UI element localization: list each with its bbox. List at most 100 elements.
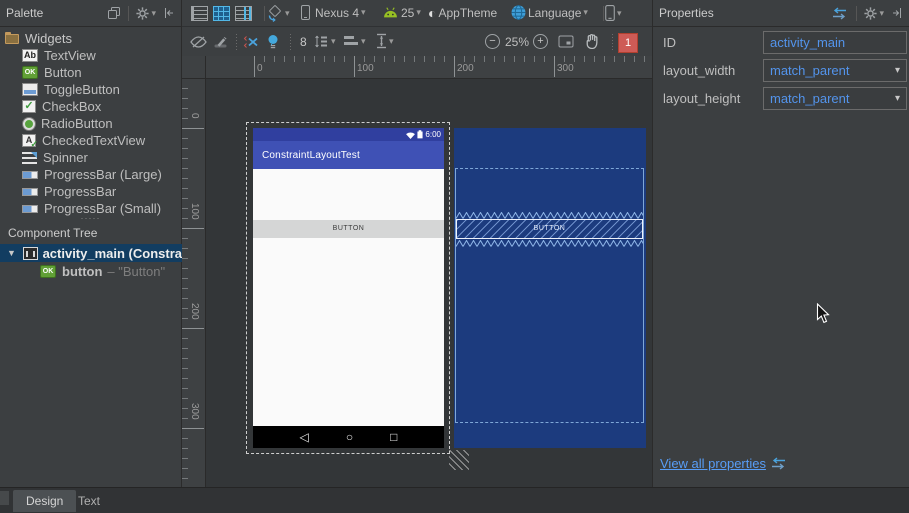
error-count: 1 (625, 37, 631, 49)
palette-settings-button[interactable]: ▾ (136, 7, 156, 20)
palette-item-spinner[interactable]: Spinner (0, 149, 181, 166)
hide-panel-icon (891, 7, 903, 19)
palette-item-progressbar[interactable]: ProgressBar (0, 183, 181, 200)
button-widget-blueprint[interactable]: BUTTON (456, 219, 643, 239)
tab-text[interactable]: Text (65, 490, 113, 512)
mouse-cursor (816, 303, 831, 325)
widget-label: Spinner (43, 150, 88, 165)
swap-arrows-icon (831, 7, 848, 20)
palette-title: Palette (6, 6, 43, 20)
palette-hide-button[interactable] (163, 7, 175, 19)
palette-item-togglebutton[interactable]: ToggleButton (0, 81, 181, 98)
radiobutton-icon (23, 118, 35, 130)
hide-panel-icon (163, 7, 175, 19)
chevron-down-icon: ▾ (416, 7, 421, 18)
orientation-button[interactable]: ▾ (266, 5, 290, 22)
default-margin-button[interactable]: 8 (300, 35, 307, 49)
separator (856, 6, 857, 21)
clear-constraints-button[interactable] (243, 35, 259, 49)
hand-icon (584, 33, 599, 49)
properties-header: Properties ▾ (653, 0, 909, 27)
api-level-label: 25 (401, 6, 414, 20)
pack-dropdown-button[interactable]: ▾ (376, 33, 394, 49)
id-input[interactable] (763, 31, 907, 54)
button-widget-icon: OK (40, 265, 56, 278)
properties-swap-button[interactable] (831, 7, 848, 20)
blueprint-view[interactable]: BUTTON (454, 128, 646, 448)
properties-title: Properties (659, 6, 714, 20)
property-row-layout-width: layout_width match_parent ▾ (653, 59, 909, 83)
device-resize-handle[interactable] (449, 450, 469, 470)
chevron-down-icon: ▾ (361, 7, 366, 18)
design-view-mode-button[interactable] (191, 6, 208, 21)
vertical-ruler: 0 100 200 300 (182, 79, 206, 487)
togglebutton-icon (22, 83, 38, 96)
show-constraints-button[interactable] (190, 36, 207, 48)
theme-selector[interactable]: ◐ AppTheme (428, 5, 497, 21)
properties-settings-button[interactable]: ▾ (864, 7, 884, 20)
design-canvas[interactable]: 6:00 ConstraintLayoutTest BUTTON ◁ ○ □ B… (206, 79, 652, 487)
tree-expand-arrow-icon[interactable]: ▼ (7, 248, 23, 258)
view-all-properties-link[interactable]: View all properties (660, 456, 766, 471)
lightbulb-icon (267, 34, 279, 50)
widget-label: Button (44, 65, 82, 80)
api-selector[interactable]: 25 ▾ (383, 5, 421, 20)
phone-icon (605, 5, 615, 21)
button-widget-preview[interactable]: BUTTON (253, 220, 444, 238)
ruler-label: 0 (189, 113, 200, 119)
select-value: match_parent (770, 91, 850, 106)
gear-icon (136, 7, 149, 20)
widget-label: CheckBox (42, 99, 101, 114)
zoom-out-button[interactable]: − (485, 34, 500, 49)
mini-check-icon: ✓ (30, 140, 38, 149)
layout-height-select[interactable]: match_parent ▾ (763, 87, 907, 110)
app-bar: ConstraintLayoutTest (253, 141, 444, 169)
copy-icon (108, 7, 120, 19)
error-count-badge[interactable]: 1 (618, 33, 638, 53)
ruler-ticks (182, 128, 204, 430)
category-label: Widgets (25, 31, 72, 46)
palette-item-checkbox[interactable]: ✓ CheckBox (0, 98, 181, 115)
tree-row-activity-main[interactable]: ▼ activity_main (Constra (0, 244, 182, 262)
device-screen-preview[interactable]: 6:00 ConstraintLayoutTest BUTTON ◁ ○ □ (253, 128, 444, 448)
autoconnect-button[interactable] (213, 35, 228, 49)
tree-item-value: – "Button" (107, 264, 165, 279)
device-selector[interactable]: Nexus 4 ▾ (301, 5, 366, 20)
blueprint-view-icon (213, 6, 230, 21)
palette-copy-button[interactable] (108, 7, 120, 19)
widget-label: RadioButton (41, 116, 113, 131)
align-dropdown-button[interactable]: ▾ (343, 34, 366, 48)
rotate-device-icon (266, 5, 283, 22)
palette-item-checkedtextview[interactable]: A✓ CheckedTextView (0, 132, 181, 149)
virtual-device-button[interactable]: ▾ (605, 5, 622, 21)
tree-row-button[interactable]: OK button – "Button" (0, 262, 182, 280)
tab-label: Design (26, 494, 63, 508)
layout-width-select[interactable]: match_parent ▾ (763, 59, 907, 82)
margins-dropdown-button[interactable]: ▾ (314, 34, 336, 49)
design-view-icon (191, 6, 208, 21)
palette-category-widgets[interactable]: Widgets (0, 30, 181, 47)
properties-hide-button[interactable] (891, 7, 903, 19)
palette-item-textview[interactable]: Ab TextView (0, 47, 181, 64)
blueprint-view-mode-button[interactable] (213, 6, 230, 21)
chevron-down-icon: ▾ (583, 7, 588, 18)
language-selector[interactable]: Language ▾ (511, 5, 588, 20)
pan-button[interactable] (584, 33, 599, 49)
nav-back-icon: ◁ (300, 430, 309, 444)
constraint-spring-top (456, 212, 643, 219)
palette-item-progressbar-large[interactable]: ProgressBar (Large) (0, 166, 181, 183)
infer-constraints-button[interactable] (267, 34, 279, 50)
zoom-to-fit-button[interactable] (558, 35, 574, 48)
ruler-label: 200 (189, 303, 200, 320)
property-row-id: ID (653, 31, 909, 55)
ruler-label: 100 (357, 63, 374, 74)
phone-icon (301, 5, 310, 20)
chevron-down-icon: ▾ (151, 8, 156, 19)
palette-item-button[interactable]: OK Button (0, 64, 181, 81)
zoom-in-button[interactable]: + (533, 34, 548, 49)
palette-item-radiobutton[interactable]: RadioButton (0, 115, 181, 132)
separator (603, 6, 604, 21)
both-view-mode-button[interactable] (235, 6, 252, 21)
separator (264, 6, 265, 21)
separator (236, 34, 237, 50)
